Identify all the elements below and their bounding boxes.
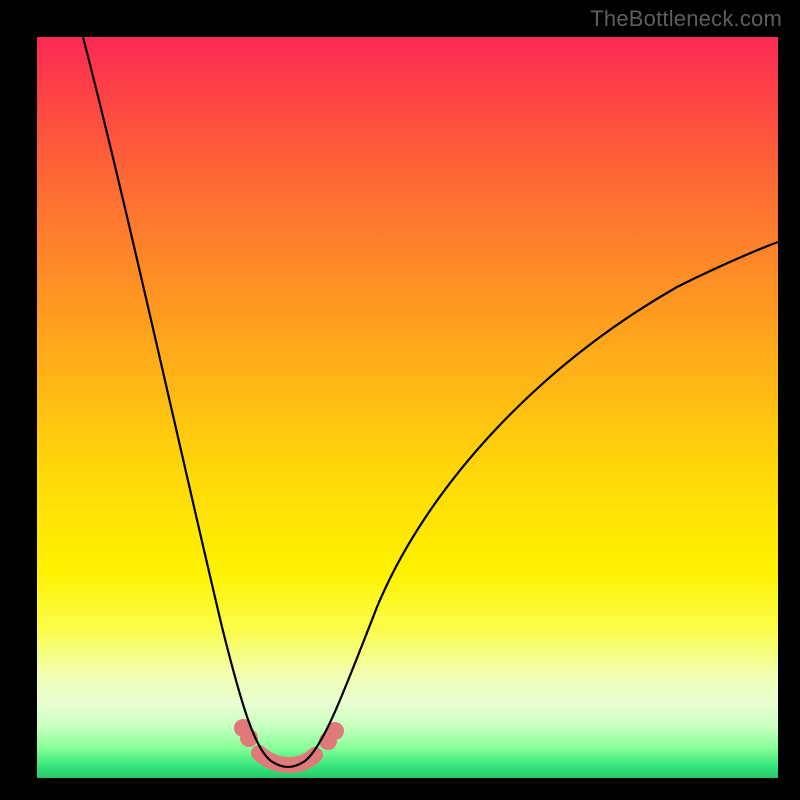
chart-svg — [37, 37, 778, 778]
curve-line — [83, 37, 778, 767]
chart-frame: TheBottleneck.com — [0, 0, 800, 800]
attribution-text: TheBottleneck.com — [590, 6, 782, 32]
